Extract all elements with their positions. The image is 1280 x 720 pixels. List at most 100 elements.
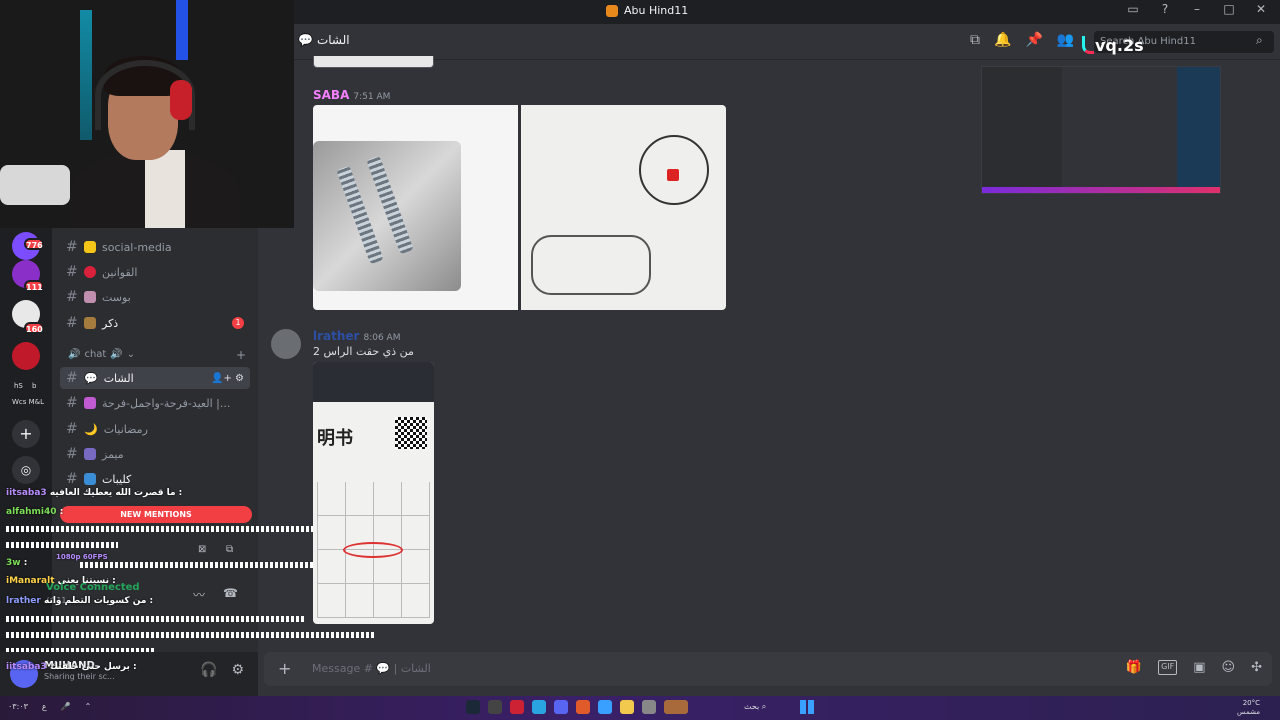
weather-widget[interactable]: 20°C مشمس: [1237, 699, 1260, 717]
speaker-icon: 🔊: [68, 349, 81, 360]
windows-start-icon[interactable]: [800, 700, 814, 714]
attachment-image[interactable]: [313, 56, 434, 68]
channel-item[interactable]: # ميمز: [60, 443, 250, 465]
channel-item[interactable]: # العيد-فرحة-واجمل-فرحة |...: [60, 392, 250, 414]
apps-icon[interactable]: ✣: [1251, 660, 1262, 675]
steam-icon[interactable]: [466, 700, 480, 714]
taskbar-search[interactable]: بحث ⌕: [744, 702, 766, 712]
new-mentions-button[interactable]: NEW MENTIONS: [60, 506, 252, 523]
channel-item[interactable]: # social-media: [60, 236, 250, 258]
app-icon[interactable]: [642, 700, 656, 714]
user-status: Sharing their sc...: [44, 672, 115, 681]
chevron-up-icon[interactable]: ⌃: [85, 702, 92, 711]
close-stream-icon[interactable]: ⊠: [198, 544, 206, 555]
attachment-image[interactable]: [313, 105, 518, 310]
dot-icon: [84, 266, 96, 278]
add-server-button[interactable]: +: [12, 420, 40, 448]
members-icon[interactable]: 👥: [1057, 32, 1074, 48]
channel-list: # social-media # القوانين # بوست # ذكر 1…: [52, 228, 258, 696]
voice-status: Voice Connected: [46, 582, 140, 593]
app-icon[interactable]: [510, 700, 524, 714]
channel-item[interactable]: # بوست: [60, 286, 250, 308]
noise-suppression-icon[interactable]: 〰: [193, 586, 205, 603]
hash-icon: #: [66, 471, 78, 487]
title-bar: Abu Hind11 ▭ ? – □ ✕: [294, 0, 1280, 24]
hash-icon: #: [66, 370, 78, 386]
message-author[interactable]: SABA 7:51 AM: [313, 88, 390, 102]
hash-icon: #: [66, 395, 78, 411]
add-attachment-button[interactable]: +: [278, 659, 291, 678]
speech-bubble-icon: 💬: [298, 33, 313, 47]
clock: ٠٣:٠٣: [8, 702, 28, 711]
attachment-image[interactable]: 明书: [313, 362, 434, 624]
discord-icon[interactable]: [554, 700, 568, 714]
overlay-chat-line: iitsaba3 ما قصرت الله يعطيك العافيه :: [6, 488, 183, 498]
mic-icon[interactable]: 🎤: [61, 702, 71, 711]
media-thumbnail[interactable]: [664, 700, 688, 714]
threads-icon[interactable]: ⧉: [970, 32, 980, 48]
overlay-emote-row: [6, 616, 306, 622]
add-channel-button[interactable]: +: [236, 348, 246, 362]
speaker-icon: 🔊: [110, 349, 123, 360]
channel-item-active[interactable]: # 💬 الشات 👤+ ⚙: [60, 367, 250, 389]
server-badge: 776: [24, 238, 44, 250]
channel-item[interactable]: # كليبات: [60, 468, 250, 490]
book-icon: [84, 317, 96, 329]
message-author[interactable]: lrather 8:06 AM: [313, 329, 400, 343]
stream-quality: 1080p 60FPS: [56, 553, 108, 561]
watermark: vq.2s: [1095, 36, 1144, 55]
brave-icon[interactable]: [576, 700, 590, 714]
avatar[interactable]: [271, 329, 301, 359]
close-button[interactable]: ✕: [1250, 2, 1272, 16]
maximize-button[interactable]: □: [1218, 2, 1240, 16]
server-icon: [606, 4, 618, 17]
chevron-down-icon: ⌄: [126, 349, 136, 360]
game-icon: [84, 448, 96, 460]
gear-icon[interactable]: ⚙: [231, 662, 244, 678]
discover-icon[interactable]: ◎: [12, 456, 40, 484]
hash-icon: #: [66, 264, 78, 280]
hash-icon: #: [66, 289, 78, 305]
minimize-button[interactable]: –: [1186, 2, 1208, 16]
bulb-icon: [84, 241, 96, 253]
gif-button[interactable]: GIF: [1158, 660, 1178, 675]
user-panel: MUHAND Sharing their sc... 🎧 ⚙: [0, 652, 258, 696]
pin-icon[interactable]: 📌: [1025, 32, 1042, 48]
overlay-chat-line: iitsaba3 برسل حتى حلقتك :: [6, 662, 137, 672]
invite-icon[interactable]: 👤+ ⚙: [211, 373, 244, 384]
language-indicator[interactable]: ع: [42, 702, 47, 711]
search-icon[interactable]: ⌕: [1256, 33, 1274, 48]
help-icon[interactable]: ?: [1154, 2, 1176, 16]
emoji-icon[interactable]: ☺: [1222, 660, 1236, 675]
overlay-chat-line: lrather من كسويات التطم واته :: [6, 596, 154, 606]
camera-icon: [84, 291, 96, 303]
folder-icon[interactable]: [620, 700, 634, 714]
server-avatar[interactable]: [12, 342, 40, 370]
sticker-icon[interactable]: ▣: [1193, 660, 1205, 675]
attachment-image[interactable]: [521, 105, 726, 310]
channel-item[interactable]: # 🌙 رمضانيات: [60, 418, 250, 440]
moon-icon: 🌙: [84, 422, 98, 436]
message-composer[interactable]: + Message # 💬 | الشات 🎁 GIF ▣ ☺ ✣: [264, 652, 1272, 686]
tiktok-icon: [1082, 36, 1094, 54]
speech-bubble-icon: 💬: [84, 371, 98, 385]
category-chat[interactable]: 🔊 chat 🔊 ⌄: [68, 349, 135, 360]
bell-icon[interactable]: 🔔: [994, 32, 1011, 48]
inbox-icon[interactable]: ▭: [1122, 2, 1144, 16]
channel-item[interactable]: # ذكر 1: [60, 312, 250, 334]
hash-icon: #: [66, 315, 78, 331]
gift-icon[interactable]: 🎁: [1126, 660, 1142, 675]
hash-icon: #: [66, 239, 78, 255]
server-label: b: [32, 382, 37, 390]
message-input[interactable]: Message # 💬 | الشات: [312, 662, 431, 675]
unread-badge: 1: [232, 317, 244, 329]
edge-icon[interactable]: [598, 700, 612, 714]
disconnect-icon[interactable]: ☎: [223, 586, 238, 603]
headphones-icon[interactable]: 🎧: [200, 662, 217, 678]
obs-icon[interactable]: [488, 700, 502, 714]
channel-item[interactable]: # القوانين: [60, 261, 250, 283]
telegram-icon[interactable]: [532, 700, 546, 714]
stream-preview[interactable]: [981, 66, 1221, 194]
channel-title: الشات: [316, 33, 350, 47]
popout-icon[interactable]: ⧉: [226, 544, 233, 555]
